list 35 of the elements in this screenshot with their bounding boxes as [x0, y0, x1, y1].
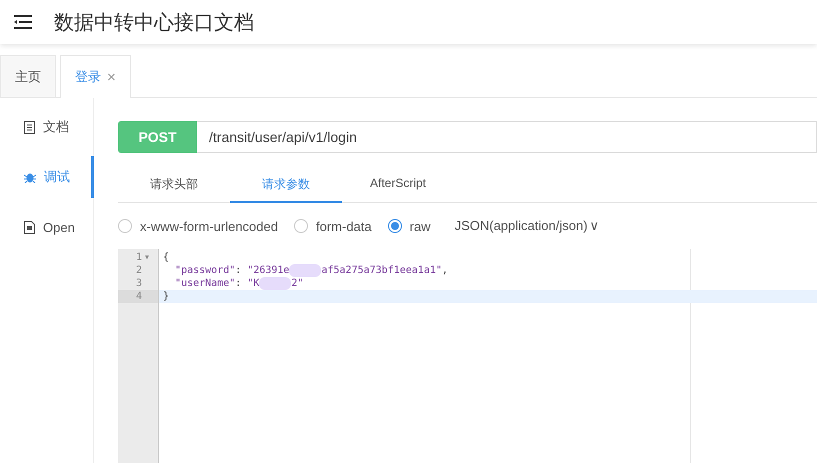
bug-icon	[24, 171, 36, 183]
blur-mask	[259, 277, 292, 290]
radio-button[interactable]	[388, 219, 402, 233]
request-tab[interactable]: 请求头部	[118, 170, 230, 203]
radio-label[interactable]: form-data	[316, 218, 372, 234]
radio-button[interactable]	[118, 219, 132, 233]
code-token: :	[235, 264, 242, 277]
content-type-select[interactable]: JSON(application/json)∨	[454, 218, 600, 234]
code-token: "K	[247, 277, 260, 290]
menu-icon[interactable]	[14, 15, 32, 29]
code-token: af5a275a73bf1eea1a1"	[321, 264, 442, 277]
code-token: :	[235, 277, 242, 290]
line-number: 2	[136, 264, 142, 277]
code-token: "userName"	[175, 277, 236, 290]
line-number: 4	[136, 290, 142, 303]
line-number: 1	[136, 251, 142, 264]
request-tab[interactable]: AfterScript	[342, 170, 454, 203]
url-field[interactable]: /transit/user/api/v1/login	[197, 121, 817, 153]
radio-label[interactable]: x-www-form-urlencoded	[140, 218, 278, 234]
code-token: 2"	[291, 277, 304, 290]
line-number: 3	[136, 277, 142, 290]
code-token: {	[163, 251, 170, 264]
code-token: "password"	[175, 264, 236, 277]
document-icon	[24, 120, 35, 134]
code-token: }	[163, 290, 170, 303]
sidebar-item[interactable]: 文档	[0, 106, 94, 148]
radio-button[interactable]	[294, 219, 308, 233]
code-token: "26391e	[247, 264, 290, 277]
app-title: 数据中转中心接口文档	[54, 10, 254, 36]
sidebar-item[interactable]: Open	[0, 206, 94, 248]
file-icon	[24, 220, 35, 234]
radio-label[interactable]: raw	[410, 218, 431, 234]
blur-mask	[289, 264, 322, 277]
code-token: ,	[442, 264, 448, 277]
page-tab[interactable]: 主页	[0, 55, 56, 97]
